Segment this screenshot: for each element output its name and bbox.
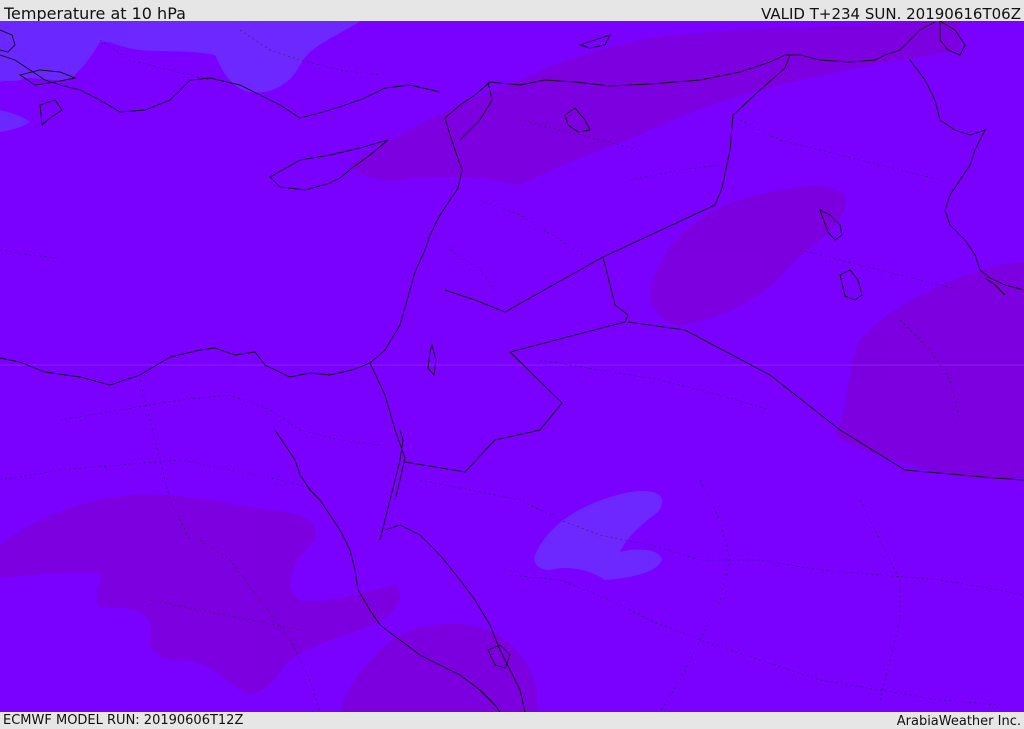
credit-label: ArabiaWeather Inc. <box>896 714 1021 729</box>
temperature-map <box>0 21 1024 712</box>
model-run-label: ECMWF MODEL RUN: 20190606T12Z <box>3 713 244 728</box>
